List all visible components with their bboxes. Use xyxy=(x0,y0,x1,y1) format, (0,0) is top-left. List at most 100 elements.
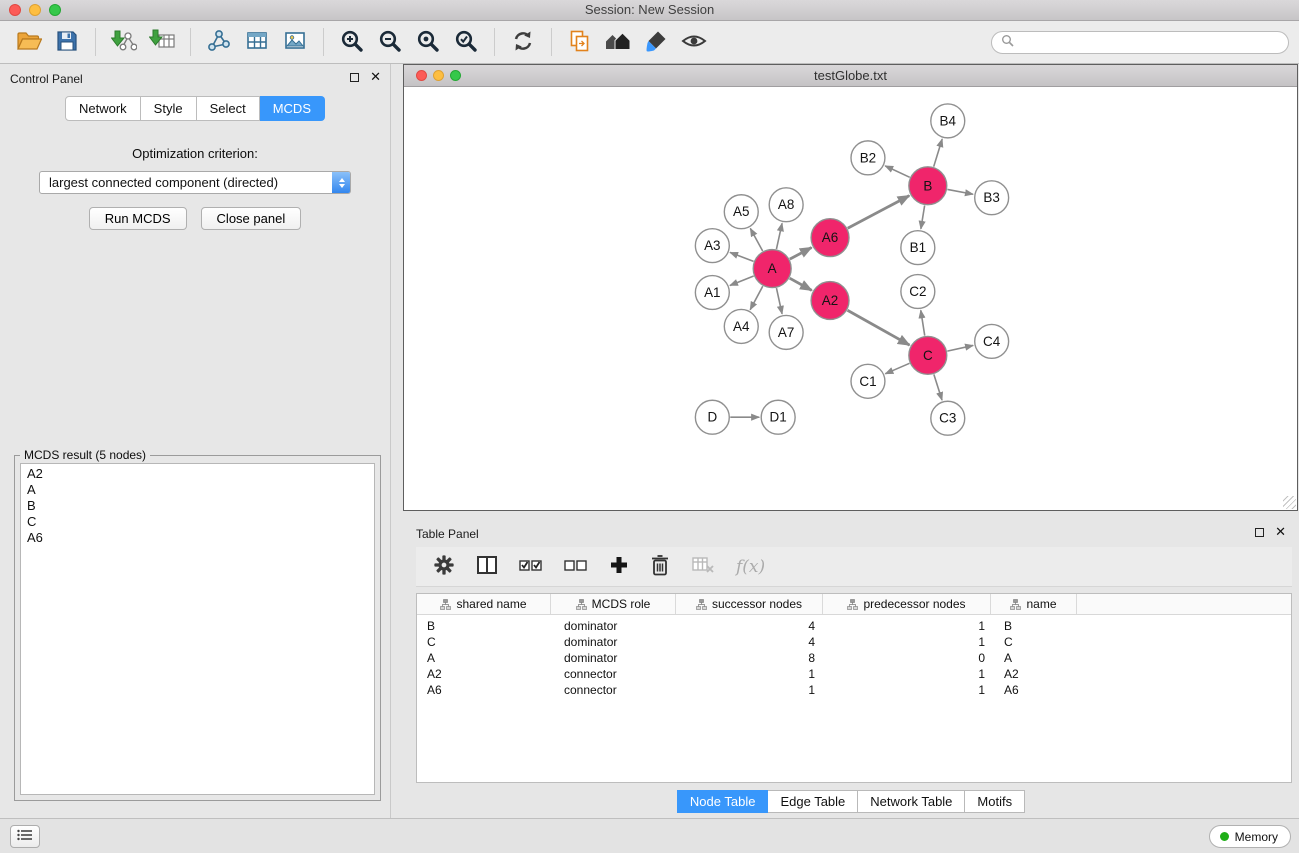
graph-node-A4[interactable]: A4 xyxy=(724,309,758,343)
table-row[interactable]: Bdominator41B xyxy=(417,618,1291,634)
style-tool-button[interactable] xyxy=(637,24,675,60)
network-graph[interactable]: B4B2BB3B1A5A8A6A3AA1A2A4A7C2C4CC1C3DD1 xyxy=(404,88,1297,510)
network-zoom-button[interactable] xyxy=(450,70,461,81)
graph-node-A5[interactable]: A5 xyxy=(724,195,758,229)
zoom-selected-button[interactable] xyxy=(447,24,485,60)
tab-mcds[interactable]: MCDS xyxy=(260,96,325,121)
choose-columns-button[interactable] xyxy=(476,555,498,578)
graph-edge-A-A8[interactable] xyxy=(776,223,782,249)
graph-edge-A-A7[interactable] xyxy=(776,288,782,314)
new-table-button[interactable] xyxy=(238,24,276,60)
export-image-button[interactable] xyxy=(276,24,314,60)
column-header-predecessor-nodes[interactable]: predecessor nodes xyxy=(823,594,991,614)
graph-edge-B-B1[interactable] xyxy=(921,205,925,228)
graph-node-C4[interactable]: C4 xyxy=(975,324,1009,358)
show-panels-button[interactable] xyxy=(10,825,40,848)
new-network-button[interactable] xyxy=(200,24,238,60)
search-field[interactable] xyxy=(991,31,1289,54)
network-close-button[interactable] xyxy=(416,70,427,81)
graph-edge-A-A3[interactable] xyxy=(730,252,754,261)
window-resize-grip[interactable] xyxy=(1283,496,1296,509)
table-row[interactable]: A6connector11A6 xyxy=(417,682,1291,698)
tab-motifs[interactable]: Motifs xyxy=(965,790,1025,813)
graph-edge-A-A1[interactable] xyxy=(730,276,754,285)
graph-node-B[interactable]: B xyxy=(909,167,947,205)
close-table-panel-icon[interactable]: ✕ xyxy=(1275,527,1286,537)
function-builder-button[interactable]: f(x) xyxy=(736,557,765,577)
graph-edge-A6-B[interactable] xyxy=(848,196,910,229)
zoom-out-button[interactable] xyxy=(371,24,409,60)
tab-node-table[interactable]: Node Table xyxy=(677,790,769,813)
graph-node-A[interactable]: A xyxy=(753,250,791,288)
close-window-button[interactable] xyxy=(9,4,21,16)
graph-node-D[interactable]: D xyxy=(695,400,729,434)
table-row[interactable]: A2connector11A2 xyxy=(417,666,1291,682)
column-header-shared-name[interactable]: shared name xyxy=(417,594,551,614)
graph-edge-C-C2[interactable] xyxy=(921,310,925,335)
table-row[interactable]: Cdominator41C xyxy=(417,634,1291,650)
column-header-mcds-role[interactable]: MCDS role xyxy=(551,594,676,614)
run-mcds-button[interactable]: Run MCDS xyxy=(89,207,187,230)
graph-edge-C-C3[interactable] xyxy=(934,374,942,400)
minimize-window-button[interactable] xyxy=(29,4,41,16)
zoom-in-button[interactable] xyxy=(333,24,371,60)
graph-edge-A-A5[interactable] xyxy=(750,228,762,251)
import-table-file-button[interactable] xyxy=(143,24,181,60)
graph-node-C1[interactable]: C1 xyxy=(851,364,885,398)
graph-node-B2[interactable]: B2 xyxy=(851,141,885,175)
mcds-result-item[interactable]: A2 xyxy=(21,466,374,482)
graph-edge-A2-C[interactable] xyxy=(847,310,909,345)
save-session-button[interactable] xyxy=(48,24,86,60)
memory-button[interactable]: Memory xyxy=(1209,825,1291,848)
graph-edge-B-B3[interactable] xyxy=(947,189,973,194)
graph-node-A1[interactable]: A1 xyxy=(695,276,729,310)
network-canvas[interactable]: B4B2BB3B1A5A8A6A3AA1A2A4A7C2C4CC1C3DD1 xyxy=(404,88,1297,510)
tab-style[interactable]: Style xyxy=(141,96,197,121)
mcds-result-item[interactable]: A xyxy=(21,482,374,498)
graph-edge-B-B2[interactable] xyxy=(885,166,910,177)
zoom-window-button[interactable] xyxy=(49,4,61,16)
network-window-titlebar[interactable]: testGlobe.txt xyxy=(404,65,1297,87)
graph-node-C[interactable]: C xyxy=(909,336,947,374)
tab-select[interactable]: Select xyxy=(197,96,260,121)
column-header-successor-nodes[interactable]: successor nodes xyxy=(676,594,823,614)
open-file-button[interactable] xyxy=(10,24,48,60)
tab-network-table[interactable]: Network Table xyxy=(858,790,965,813)
mcds-result-item[interactable]: A6 xyxy=(21,530,374,546)
graph-edge-A-A4[interactable] xyxy=(750,286,763,310)
tab-network[interactable]: Network xyxy=(65,96,141,121)
delete-table-button[interactable] xyxy=(691,555,715,578)
mcds-result-item[interactable]: C xyxy=(21,514,374,530)
close-panel-button[interactable]: Close panel xyxy=(201,207,302,230)
mcds-result-list[interactable]: A2ABCA6 xyxy=(20,463,375,795)
graph-node-B1[interactable]: B1 xyxy=(901,231,935,265)
graph-node-A3[interactable]: A3 xyxy=(695,229,729,263)
graph-edge-B-B4[interactable] xyxy=(934,139,943,167)
copy-view-button[interactable] xyxy=(561,24,599,60)
close-panel-icon[interactable]: ✕ xyxy=(370,72,381,82)
import-network-file-button[interactable] xyxy=(105,24,143,60)
tab-edge-table[interactable]: Edge Table xyxy=(768,790,858,813)
toggle-visibility-button[interactable] xyxy=(675,24,713,60)
deselect-all-button[interactable] xyxy=(564,556,588,577)
graph-node-C3[interactable]: C3 xyxy=(931,401,965,435)
network-minimize-button[interactable] xyxy=(433,70,444,81)
graph-node-B4[interactable]: B4 xyxy=(931,104,965,138)
table-settings-button[interactable] xyxy=(433,554,455,579)
graph-edge-A-A6[interactable] xyxy=(790,248,812,260)
table-row[interactable]: Adominator80A xyxy=(417,650,1291,666)
graph-node-D1[interactable]: D1 xyxy=(761,400,795,434)
refresh-view-button[interactable] xyxy=(504,24,542,60)
graph-edge-C-C4[interactable] xyxy=(947,345,973,351)
graph-node-A7[interactable]: A7 xyxy=(769,315,803,349)
criterion-dropdown[interactable]: largest connected component (directed) xyxy=(39,171,351,194)
float-table-panel-icon[interactable] xyxy=(1255,528,1264,537)
mcds-result-item[interactable]: B xyxy=(21,498,374,514)
graph-node-A2[interactable]: A2 xyxy=(811,282,849,320)
graph-node-B3[interactable]: B3 xyxy=(975,181,1009,215)
graph-edge-C-C1[interactable] xyxy=(885,363,909,373)
graph-edge-A-A2[interactable] xyxy=(790,278,812,290)
graph-node-A6[interactable]: A6 xyxy=(811,219,849,257)
graph-node-A8[interactable]: A8 xyxy=(769,188,803,222)
delete-column-button[interactable] xyxy=(650,554,670,579)
